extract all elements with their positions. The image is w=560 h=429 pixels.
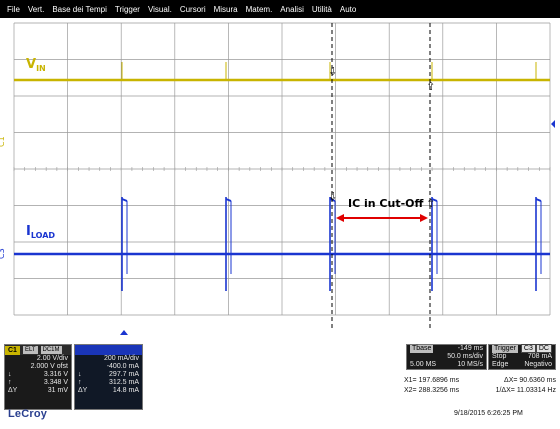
timestamp: 9/18/2015 6:26:25 PM: [454, 410, 523, 417]
inv-dx-label: 1/ΔX=: [495, 387, 515, 394]
channel1-mini-tag-1: ELT: [22, 346, 38, 354]
inv-dx-value: 11.03314 Hz: [516, 387, 556, 394]
trigger-level-icon: [551, 120, 555, 128]
menu-item-9[interactable]: Utilità: [308, 5, 336, 14]
trigger-level: 708 mA: [527, 353, 552, 360]
cutoff-arrow-right: [420, 214, 428, 222]
menu-item-1[interactable]: Vert.: [24, 5, 48, 14]
x2-value: 288.3256 ms: [418, 387, 460, 394]
brand-logo: LeCroy: [8, 408, 48, 420]
trigger-coupling-tag: DC: [535, 344, 552, 353]
trigger-tag: Trigger: [492, 345, 518, 353]
menu-item-2[interactable]: Base dei Tempi: [48, 5, 111, 14]
down-arrow-icon: ↓: [8, 371, 12, 378]
channel1-cursor1: 3.316 V: [43, 371, 68, 378]
menu-item-0[interactable]: File: [0, 5, 24, 14]
channel3-cursor2: 312.5 mA: [109, 379, 139, 386]
dx-value: 90.6360 ms: [519, 377, 556, 384]
channel3-offset: -400.0 mA: [106, 363, 139, 370]
x2-label: X2=: [404, 387, 417, 394]
trigger-info-box[interactable]: Trigger C3 DC Stop 708 mA Edge Negativo: [488, 344, 556, 370]
menu-item-8[interactable]: Analisi: [276, 5, 308, 14]
channel1-vdiv: 2.00 V/div: [36, 355, 68, 362]
trigger-type: Edge: [492, 361, 509, 368]
menu-item-10[interactable]: Auto: [336, 5, 360, 14]
up-arrow-icon: ↑: [78, 379, 82, 386]
channel1-cursor2: 3.348 V: [43, 379, 68, 386]
channel3-info-box[interactable]: 200 mA/div -400.0 mA ↓ 297.7 mA ↑ 312.5 mA…: [74, 344, 143, 410]
c3-marker: C3: [0, 248, 6, 259]
menu-item-7[interactable]: Matem.: [242, 5, 277, 14]
timebase-delay: -149 ms: [457, 345, 483, 352]
channel1-offset: 2.000 V ofst: [30, 363, 68, 370]
delta-y-label: ΔY: [78, 387, 88, 394]
channel3-header: [75, 345, 142, 355]
trigger-slope: Negativo: [524, 361, 552, 368]
menu-bar: File Vert. Base dei Tempi Trigger Visual. Cur…: [0, 0, 560, 18]
scope-screen[interactable]: ⇩ ⇧ ⇩ ⇧ C1 C3 VIN ILOAD IC in Cut-Off: [0, 19, 560, 339]
timebase-rate: 10 MS/s: [457, 361, 483, 368]
down-arrow-icon: ↓: [78, 371, 82, 378]
trigger-position-icon: [120, 330, 128, 335]
channel1-info-box[interactable]: C1 ELT DC1M 2.00 V/div 2.000 V ofst ↓ 3.3…: [4, 344, 72, 410]
channel3-delta: 14.8 mA: [112, 387, 139, 394]
cutoff-label: IC in Cut-Off: [348, 197, 424, 210]
cursor-marker: ⇩: [328, 190, 337, 203]
menu-item-6[interactable]: Misura: [210, 5, 242, 14]
menu-item-4[interactable]: Visual.: [144, 5, 176, 14]
timebase-tag: Tbase: [410, 345, 434, 353]
iload-label: ILOAD: [26, 224, 55, 240]
up-arrow-icon: ↑: [8, 379, 12, 386]
x1-value: 197.6896 ms: [418, 377, 460, 384]
cursor-marker: ⇧: [426, 197, 435, 210]
channel1-mini-tag-2: DC1M: [40, 346, 62, 354]
timebase-tdiv: 50.0 ms/div: [447, 353, 483, 360]
dx-label: ΔX=: [504, 377, 518, 384]
channel1-tag: C1: [5, 345, 20, 355]
cursor-marker: ⇩: [328, 65, 337, 78]
timebase-samples: 5.00 MS: [410, 361, 437, 368]
timebase-info-box[interactable]: Tbase -149 ms 50.0 ms/div 5.00 MS 10 MS/s: [406, 344, 487, 370]
menu-item-3[interactable]: Trigger: [111, 5, 144, 14]
trigger-channel-tag: C3: [520, 344, 536, 353]
trigger-mode: Stop: [492, 353, 507, 360]
waveform-display: ⇩ ⇧ ⇩ ⇧ C1 C3 VIN ILOAD IC in Cut-Off: [0, 22, 555, 335]
cursor-readout: X1= 197.6896 ms ΔX= 90.6360 ms X2= 288.3…: [404, 376, 556, 396]
vin-label-sub: IN: [36, 64, 46, 73]
channel3-cursor1: 297.7 mA: [109, 371, 139, 378]
x1-label: X1=: [404, 377, 417, 384]
vin-label-main: V: [26, 57, 36, 72]
channel3-vdiv: 200 mA/div: [103, 355, 139, 362]
delta-y-label: ΔY: [8, 387, 18, 394]
channel1-header: C1 ELT DC1M: [5, 345, 71, 355]
cutoff-arrow-left: [336, 214, 344, 222]
c1-marker: C1: [0, 136, 6, 147]
channel1-delta: 31 mV: [47, 387, 68, 394]
iload-label-sub: LOAD: [31, 231, 56, 240]
cursor-marker: ⇧: [426, 80, 435, 93]
menu-item-5[interactable]: Cursori: [176, 5, 210, 14]
